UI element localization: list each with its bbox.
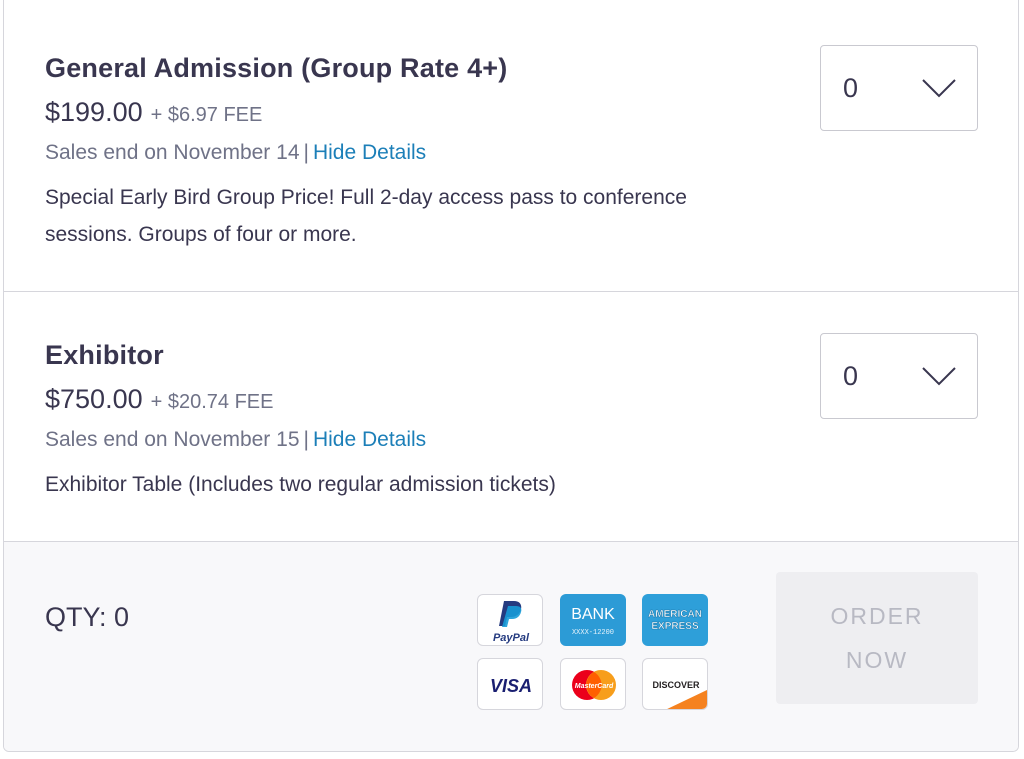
paypal-label: PayPal [493, 632, 530, 644]
ticket-price: $750.00 [45, 384, 143, 414]
bank-label: BANK [571, 606, 615, 623]
ticket-price-line: $199.00 + $6.97 FEE [45, 97, 262, 128]
chevron-down-icon [922, 79, 956, 98]
sales-end-text: Sales end on November 15 [45, 428, 300, 451]
ticket-fee: + $20.74 FEE [150, 391, 274, 413]
ticket-fee: + $6.97 FEE [150, 104, 263, 126]
sales-end-text: Sales end on November 14 [45, 141, 300, 164]
mastercard-icon: MasterCard [560, 658, 626, 710]
quantity-value: 0 [843, 73, 859, 103]
bank-icon: BANK XXXX-12200 [560, 594, 626, 646]
hide-details-link[interactable]: Hide Details [313, 141, 426, 164]
ticket-general-admission: General Admission (Group Rate 4+) $199.0… [4, 0, 1018, 292]
ticket-description: Exhibitor Table (Includes two regular ad… [45, 473, 556, 496]
order-footer: QTY: 0 PayPal BANK XXXX-12200 AMERICAN E… [4, 542, 1018, 751]
sales-end-line: Sales end on November 14 | Hide Details [45, 141, 426, 165]
ticket-price: $199.00 [45, 97, 143, 127]
order-now-button[interactable]: ORDER NOW [776, 572, 978, 704]
ticket-name: General Admission (Group Rate 4+) [45, 53, 508, 83]
visa-label: VISA [490, 676, 532, 696]
discover-icon: DISCOVER [642, 658, 708, 710]
order-button-line1: ORDER [830, 603, 924, 629]
mastercard-label: MasterCard [575, 683, 614, 690]
amex-label-2: EXPRESS [651, 621, 699, 632]
ticket-exhibitor: Exhibitor $750.00 + $20.74 FEE Sales end … [4, 292, 1018, 542]
visa-icon: VISA [477, 658, 543, 710]
ticket-panel: General Admission (Group Rate 4+) $199.0… [3, 0, 1019, 752]
quantity-select[interactable]: 0 [820, 45, 978, 131]
quantity-select[interactable]: 0 [820, 333, 978, 419]
separator: | [303, 428, 309, 451]
chevron-down-icon [922, 367, 956, 386]
quantity-value: 0 [843, 361, 859, 391]
amex-icon: AMERICAN EXPRESS [642, 594, 708, 646]
paypal-icon: PayPal [477, 594, 543, 646]
ticket-price-line: $750.00 + $20.74 FEE [45, 384, 273, 415]
order-button-line2: NOW [845, 647, 909, 673]
discover-label: DISCOVER [652, 680, 700, 690]
ticket-description: Special Early Bird Group Price! Full 2-d… [45, 186, 687, 246]
ticket-name: Exhibitor [45, 340, 164, 370]
sales-end-line: Sales end on November 15 | Hide Details [45, 428, 426, 452]
amex-label-1: AMERICAN [648, 609, 702, 620]
quantity-total: QTY: 0 [45, 602, 130, 632]
separator: | [303, 141, 309, 164]
hide-details-link[interactable]: Hide Details [313, 428, 426, 451]
bank-sub: XXXX-12200 [572, 629, 614, 637]
